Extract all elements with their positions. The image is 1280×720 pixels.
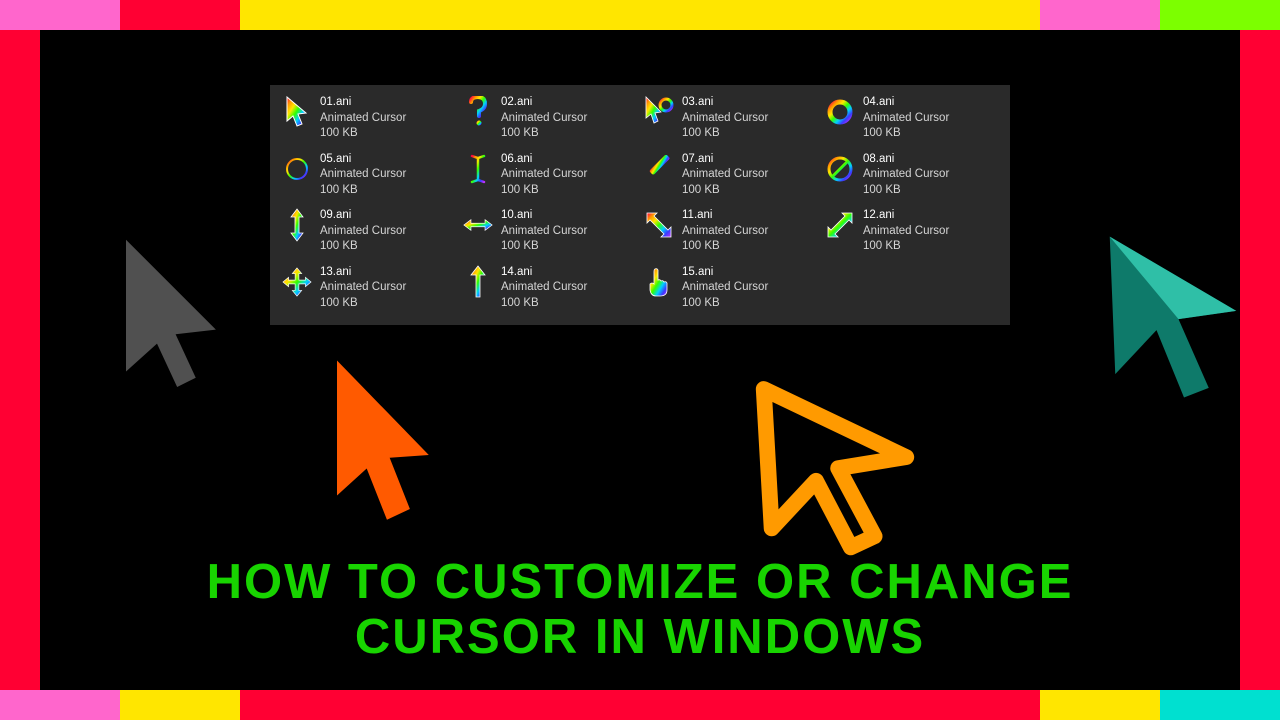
file-size: 100 KB [320, 126, 406, 142]
file-name: 06.ani [501, 152, 587, 168]
file-item[interactable]: 09.ani Animated Cursor 100 KB [282, 208, 455, 255]
file-item[interactable]: 11.ani Animated Cursor 100 KB [644, 208, 817, 255]
file-size: 100 KB [320, 239, 406, 255]
link-hand-icon [644, 265, 674, 299]
file-name: 05.ani [320, 152, 406, 168]
file-item[interactable]: 15.ani Animated Cursor 100 KB [644, 265, 817, 312]
file-type: Animated Cursor [501, 111, 587, 127]
file-item[interactable]: 05.ani Animated Cursor 100 KB [282, 152, 455, 199]
file-item[interactable]: 12.ani Animated Cursor 100 KB [825, 208, 998, 255]
file-name: 07.ani [682, 152, 768, 168]
file-meta: 02.ani Animated Cursor 100 KB [501, 95, 587, 142]
file-item[interactable]: 07.ani Animated Cursor 100 KB [644, 152, 817, 199]
file-name: 02.ani [501, 95, 587, 111]
file-meta: 09.ani Animated Cursor 100 KB [320, 208, 406, 255]
file-meta: 15.ani Animated Cursor 100 KB [682, 265, 768, 312]
file-item[interactable]: 04.ani Animated Cursor 100 KB [825, 95, 998, 142]
move-icon [282, 265, 312, 299]
precision-icon [282, 152, 312, 186]
resize-nesw-icon [825, 208, 855, 242]
file-size: 100 KB [320, 183, 406, 199]
file-meta: 14.ani Animated Cursor 100 KB [501, 265, 587, 312]
grey-cursor-icon [95, 230, 250, 420]
file-size: 100 KB [682, 239, 768, 255]
file-size: 100 KB [501, 183, 587, 199]
file-type: Animated Cursor [863, 167, 949, 183]
file-type: Animated Cursor [682, 280, 768, 296]
resize-nwse-icon [644, 208, 674, 242]
teal-cursor-icon [1085, 225, 1250, 405]
file-type: Animated Cursor [682, 167, 768, 183]
file-meta: 01.ani Animated Cursor 100 KB [320, 95, 406, 142]
file-size: 100 KB [682, 126, 768, 142]
resize-ew-icon [463, 208, 493, 242]
file-name: 11.ani [682, 208, 768, 224]
file-name: 12.ani [863, 208, 949, 224]
pen-icon [644, 152, 674, 186]
file-type: Animated Cursor [501, 280, 587, 296]
file-name: 13.ani [320, 265, 406, 281]
file-name: 15.ani [682, 265, 768, 281]
file-size: 100 KB [501, 239, 587, 255]
file-size: 100 KB [320, 296, 406, 312]
file-name: 09.ani [320, 208, 406, 224]
file-type: Animated Cursor [863, 224, 949, 240]
cursor-file-grid: 01.ani Animated Cursor 100 KB 02.ani Ani… [270, 85, 1010, 325]
file-size: 100 KB [501, 126, 587, 142]
help-icon [463, 95, 493, 129]
file-name: 10.ani [501, 208, 587, 224]
file-size: 100 KB [863, 126, 949, 142]
file-type: Animated Cursor [320, 280, 406, 296]
file-type: Animated Cursor [863, 111, 949, 127]
busy-pointer-icon [644, 95, 674, 129]
file-type: Animated Cursor [320, 224, 406, 240]
orange-cursor-icon [310, 360, 445, 550]
file-type: Animated Cursor [501, 224, 587, 240]
pointer-icon [282, 95, 312, 129]
unavailable-icon [825, 152, 855, 186]
file-type: Animated Cursor [320, 111, 406, 127]
file-item[interactable]: 10.ani Animated Cursor 100 KB [463, 208, 636, 255]
file-type: Animated Cursor [320, 167, 406, 183]
resize-ns-icon [282, 208, 312, 242]
file-name: 03.ani [682, 95, 768, 111]
orange-outline-cursor-icon [740, 370, 930, 560]
file-type: Animated Cursor [501, 167, 587, 183]
file-item[interactable]: 01.ani Animated Cursor 100 KB [282, 95, 455, 142]
file-meta: 05.ani Animated Cursor 100 KB [320, 152, 406, 199]
file-item[interactable]: 08.ani Animated Cursor 100 KB [825, 152, 998, 199]
headline-line-1: How to Customize or Change [0, 555, 1280, 610]
file-name: 08.ani [863, 152, 949, 168]
file-meta: 06.ani Animated Cursor 100 KB [501, 152, 587, 199]
file-type: Animated Cursor [682, 224, 768, 240]
file-meta: 04.ani Animated Cursor 100 KB [863, 95, 949, 142]
file-item[interactable]: 03.ani Animated Cursor 100 KB [644, 95, 817, 142]
file-meta: 07.ani Animated Cursor 100 KB [682, 152, 768, 199]
file-size: 100 KB [682, 296, 768, 312]
headline-line-2: Cursor in Windows [0, 610, 1280, 665]
file-size: 100 KB [863, 239, 949, 255]
file-size: 100 KB [682, 183, 768, 199]
file-type: Animated Cursor [682, 111, 768, 127]
file-meta: 03.ani Animated Cursor 100 KB [682, 95, 768, 142]
file-meta: 10.ani Animated Cursor 100 KB [501, 208, 587, 255]
file-meta: 12.ani Animated Cursor 100 KB [863, 208, 949, 255]
file-item[interactable]: 13.ani Animated Cursor 100 KB [282, 265, 455, 312]
file-item[interactable]: 06.ani Animated Cursor 100 KB [463, 152, 636, 199]
busy-ring-icon [825, 95, 855, 129]
file-name: 04.ani [863, 95, 949, 111]
file-meta: 11.ani Animated Cursor 100 KB [682, 208, 768, 255]
file-item[interactable]: 02.ani Animated Cursor 100 KB [463, 95, 636, 142]
headline-text: How to Customize or Change Cursor in Win… [0, 555, 1280, 665]
file-name: 01.ani [320, 95, 406, 111]
file-item[interactable]: 14.ani Animated Cursor 100 KB [463, 265, 636, 312]
file-size: 100 KB [863, 183, 949, 199]
file-name: 14.ani [501, 265, 587, 281]
file-meta: 13.ani Animated Cursor 100 KB [320, 265, 406, 312]
alt-select-icon [463, 265, 493, 299]
file-size: 100 KB [501, 296, 587, 312]
text-beam-icon [463, 152, 493, 186]
file-meta: 08.ani Animated Cursor 100 KB [863, 152, 949, 199]
